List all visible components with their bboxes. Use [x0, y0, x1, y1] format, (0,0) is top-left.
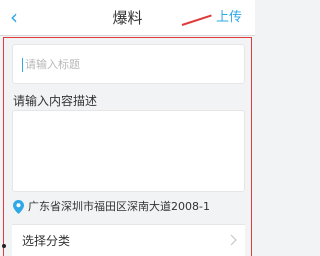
category-selector[interactable]: 选择分类: [12, 224, 245, 256]
description-textarea[interactable]: [12, 110, 245, 192]
location-text[interactable]: 广东省深圳市福田区深南大道2008-1: [28, 199, 210, 214]
text-cursor: [22, 58, 23, 72]
title-input[interactable]: 请输入标题: [12, 44, 245, 84]
chevron-right-icon: [230, 234, 237, 246]
description-label: 请输入内容描述: [13, 94, 98, 108]
location-pin-icon: [13, 200, 24, 214]
category-label: 选择分类: [22, 234, 71, 248]
title-placeholder: 请输入标题: [25, 58, 80, 71]
bullet-dot: [2, 244, 6, 248]
upload-button[interactable]: 上传: [216, 9, 242, 27]
top-bar: ‹ 爆料 上传: [0, 0, 255, 36]
